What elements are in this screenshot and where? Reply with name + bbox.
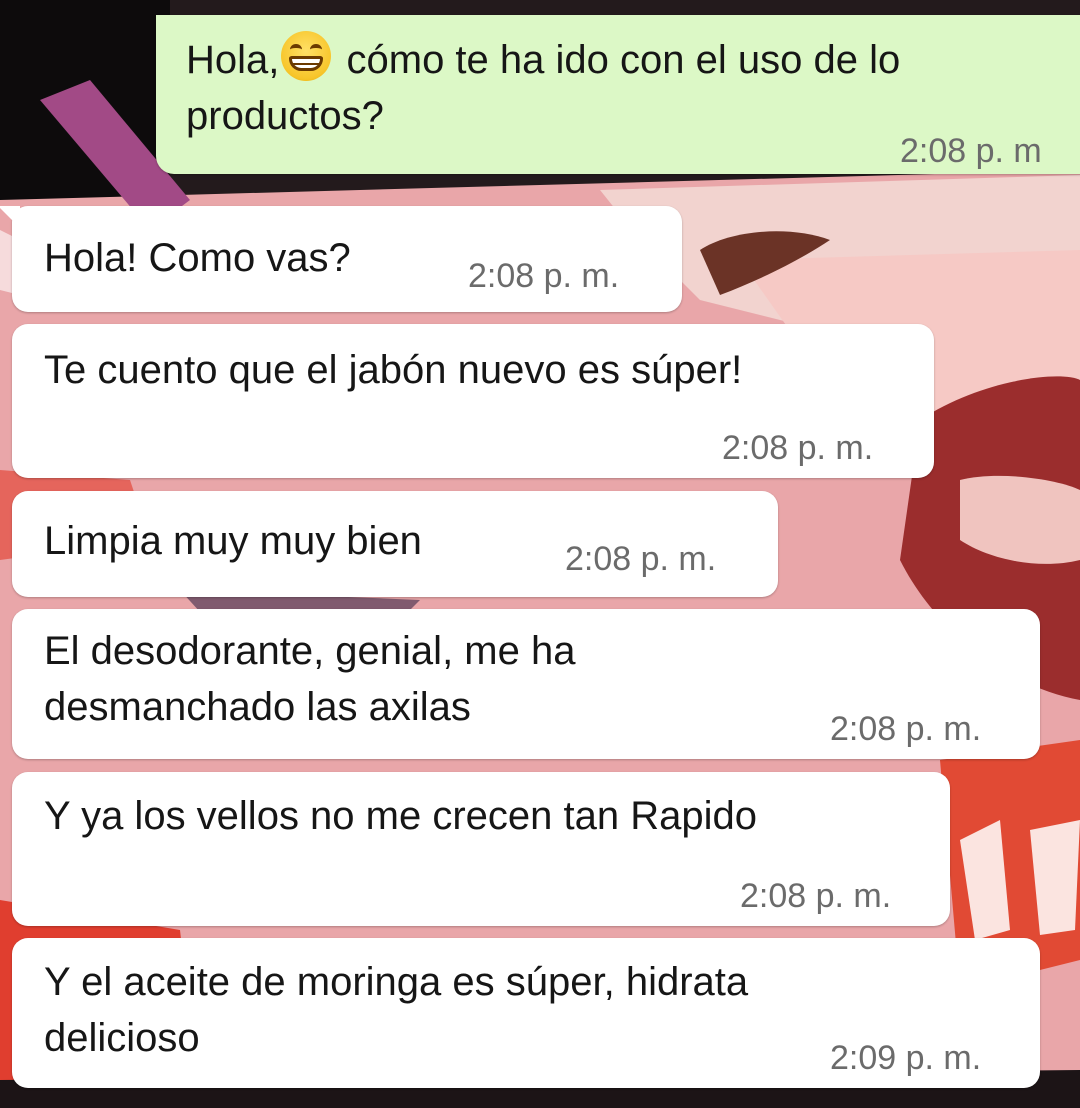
grinning-face-emoji-icon: [281, 31, 332, 81]
message-text: Limpia muy muy bien: [44, 519, 422, 563]
incoming-message[interactable]: Y ya los vellos no me crecen tan Rapido …: [12, 772, 950, 926]
incoming-message[interactable]: Limpia muy muy bien 2:08 p. m.: [12, 491, 778, 597]
message-time: 2:08 p. m.: [722, 429, 874, 467]
outgoing-text-start: Hola,: [186, 38, 280, 82]
message-text: El desodorante, genial, me ha desmanchad…: [44, 629, 576, 729]
outgoing-text-line2: productos?: [186, 94, 384, 138]
outgoing-message-text: Hola, cómo te ha ido con el uso de lo pr…: [186, 31, 900, 144]
message-time: 2:08 p. m.: [565, 540, 717, 578]
outgoing-text-end: cómo te ha ido con el uso de lo: [335, 38, 901, 82]
message-time: 2:08 p. m.: [740, 877, 892, 915]
message-text: Y el aceite de moringa es súper, hidrata…: [44, 960, 749, 1060]
message-time: 2:08 p. m.: [830, 710, 982, 748]
incoming-message[interactable]: Y el aceite de moringa es súper, hidrata…: [12, 938, 1040, 1088]
message-text: Te cuento que el jabón nuevo es súper!: [44, 348, 743, 392]
incoming-message[interactable]: Hola! Como vas? 2:08 p. m.: [0, 206, 682, 312]
incoming-message[interactable]: Te cuento que el jabón nuevo es súper! 2…: [12, 324, 934, 478]
bubble-tail: [0, 206, 20, 228]
message-text: Y ya los vellos no me crecen tan Rapido: [44, 794, 757, 838]
message-time: 2:08 p. m.: [468, 257, 620, 295]
message-time: 2:09 p. m.: [830, 1039, 982, 1077]
chat-thread: Hola, cómo te ha ido con el uso de lo pr…: [0, 0, 1080, 1108]
outgoing-message[interactable]: Hola, cómo te ha ido con el uso de lo pr…: [156, 15, 1080, 174]
message-time: 2:08 p. m: [900, 132, 1042, 170]
message-text: Hola! Como vas?: [44, 236, 351, 280]
incoming-message[interactable]: El desodorante, genial, me ha desmanchad…: [12, 609, 1040, 759]
